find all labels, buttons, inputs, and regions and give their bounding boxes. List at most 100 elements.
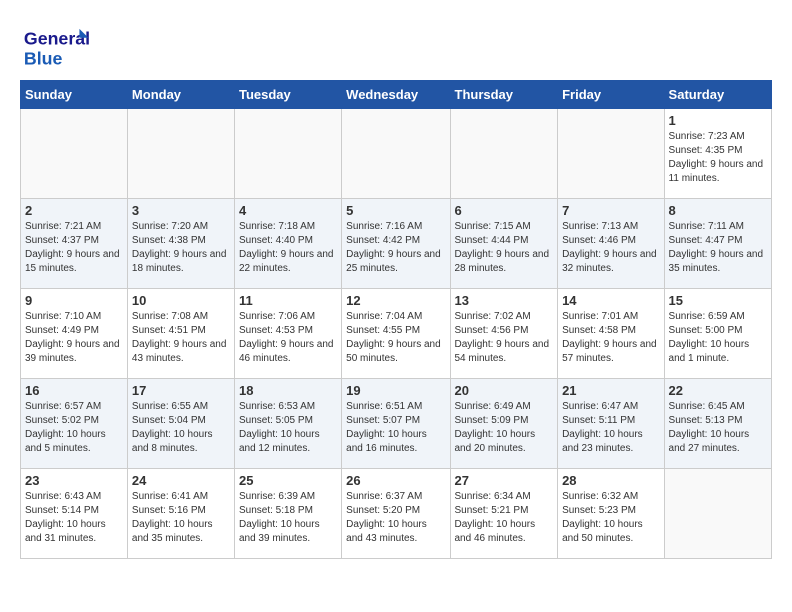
- day-cell: 23 Sunrise: 6:43 AM Sunset: 5:14 PM Dayli…: [21, 469, 128, 559]
- day-cell: [342, 109, 450, 199]
- day-info: Sunrise: 7:20 AM Sunset: 4:38 PM Dayligh…: [132, 220, 230, 276]
- day-info: Sunrise: 7:23 AM Sunset: 4:35 PM Dayligh…: [669, 130, 767, 186]
- header-cell-thursday: Thursday: [450, 81, 558, 109]
- day-info: Sunrise: 7:04 AM Sunset: 4:55 PM Dayligh…: [346, 310, 445, 366]
- logo-svg: GeneralBlue: [20, 20, 90, 70]
- day-info: Sunrise: 6:41 AM Sunset: 5:16 PM Dayligh…: [132, 490, 230, 546]
- day-cell: 20 Sunrise: 6:49 AM Sunset: 5:09 PM Dayli…: [450, 379, 558, 469]
- svg-text:Blue: Blue: [24, 48, 63, 68]
- day-info: Sunrise: 6:57 AM Sunset: 5:02 PM Dayligh…: [25, 400, 123, 456]
- week-row-0: 1 Sunrise: 7:23 AM Sunset: 4:35 PM Daylig…: [21, 109, 772, 199]
- day-info: Sunrise: 7:06 AM Sunset: 4:53 PM Dayligh…: [239, 310, 337, 366]
- day-cell: 13 Sunrise: 7:02 AM Sunset: 4:56 PM Dayli…: [450, 289, 558, 379]
- calendar-table: SundayMondayTuesdayWednesdayThursdayFrid…: [20, 80, 772, 559]
- day-number: 24: [132, 473, 230, 488]
- day-cell: 17 Sunrise: 6:55 AM Sunset: 5:04 PM Dayli…: [127, 379, 234, 469]
- day-cell: 10 Sunrise: 7:08 AM Sunset: 4:51 PM Dayli…: [127, 289, 234, 379]
- page-header: GeneralBlue: [20, 20, 772, 70]
- day-cell: [664, 469, 771, 559]
- week-row-1: 2 Sunrise: 7:21 AM Sunset: 4:37 PM Daylig…: [21, 199, 772, 289]
- day-cell: 6Sunrise: 7:15 AM Sunset: 4:44 PM Daylig…: [450, 199, 558, 289]
- day-info: Sunrise: 6:51 AM Sunset: 5:07 PM Dayligh…: [346, 400, 445, 456]
- day-number: 25: [239, 473, 337, 488]
- day-number: 17: [132, 383, 230, 398]
- day-cell: 4 Sunrise: 7:18 AM Sunset: 4:40 PM Daylig…: [234, 199, 341, 289]
- day-info: Sunrise: 7:11 AM Sunset: 4:47 PM Dayligh…: [669, 220, 767, 276]
- day-cell: [234, 109, 341, 199]
- day-cell: 19 Sunrise: 6:51 AM Sunset: 5:07 PM Dayli…: [342, 379, 450, 469]
- day-cell: [127, 109, 234, 199]
- day-info: Sunrise: 6:37 AM Sunset: 5:20 PM Dayligh…: [346, 490, 445, 546]
- day-info: Sunrise: 6:45 AM Sunset: 5:13 PM Dayligh…: [669, 400, 767, 456]
- day-info: Sunrise: 6:55 AM Sunset: 5:04 PM Dayligh…: [132, 400, 230, 456]
- day-number: 23: [25, 473, 123, 488]
- day-info: Sunrise: 7:13 AM Sunset: 4:46 PM Dayligh…: [562, 220, 659, 276]
- day-info: Sunrise: 7:08 AM Sunset: 4:51 PM Dayligh…: [132, 310, 230, 366]
- day-info: Sunrise: 7:02 AM Sunset: 4:56 PM Dayligh…: [455, 310, 554, 366]
- day-number: 1: [669, 113, 767, 128]
- header-cell-tuesday: Tuesday: [234, 81, 341, 109]
- day-cell: [21, 109, 128, 199]
- day-info: Sunrise: 7:10 AM Sunset: 4:49 PM Dayligh…: [25, 310, 123, 366]
- day-cell: 3 Sunrise: 7:20 AM Sunset: 4:38 PM Daylig…: [127, 199, 234, 289]
- day-number: 16: [25, 383, 123, 398]
- day-info: Sunrise: 7:01 AM Sunset: 4:58 PM Dayligh…: [562, 310, 659, 366]
- day-number: 27: [455, 473, 554, 488]
- day-info: Sunrise: 6:49 AM Sunset: 5:09 PM Dayligh…: [455, 400, 554, 456]
- day-number: 13: [455, 293, 554, 308]
- day-number: 10: [132, 293, 230, 308]
- day-number: 3: [132, 203, 230, 218]
- day-cell: 26 Sunrise: 6:37 AM Sunset: 5:20 PM Dayli…: [342, 469, 450, 559]
- day-info: Sunrise: 7:18 AM Sunset: 4:40 PM Dayligh…: [239, 220, 337, 276]
- day-cell: 15 Sunrise: 6:59 AM Sunset: 5:00 PM Dayli…: [664, 289, 771, 379]
- header-cell-sunday: Sunday: [21, 81, 128, 109]
- day-number: 28: [562, 473, 659, 488]
- day-info: Sunrise: 6:53 AM Sunset: 5:05 PM Dayligh…: [239, 400, 337, 456]
- day-cell: 12 Sunrise: 7:04 AM Sunset: 4:55 PM Dayli…: [342, 289, 450, 379]
- day-number: 12: [346, 293, 445, 308]
- week-row-2: 9 Sunrise: 7:10 AM Sunset: 4:49 PM Daylig…: [21, 289, 772, 379]
- day-number: 15: [669, 293, 767, 308]
- header-cell-wednesday: Wednesday: [342, 81, 450, 109]
- day-number: 20: [455, 383, 554, 398]
- day-cell: 7 Sunrise: 7:13 AM Sunset: 4:46 PM Daylig…: [558, 199, 664, 289]
- week-row-3: 16 Sunrise: 6:57 AM Sunset: 5:02 PM Dayli…: [21, 379, 772, 469]
- day-number: 21: [562, 383, 659, 398]
- day-cell: 9 Sunrise: 7:10 AM Sunset: 4:49 PM Daylig…: [21, 289, 128, 379]
- day-cell: 5Sunrise: 7:16 AM Sunset: 4:42 PM Daylig…: [342, 199, 450, 289]
- day-info: Sunrise: 7:16 AM Sunset: 4:42 PM Dayligh…: [346, 220, 445, 276]
- day-number: 19: [346, 383, 445, 398]
- day-info: Sunrise: 6:43 AM Sunset: 5:14 PM Dayligh…: [25, 490, 123, 546]
- day-number: 14: [562, 293, 659, 308]
- day-cell: 1 Sunrise: 7:23 AM Sunset: 4:35 PM Daylig…: [664, 109, 771, 199]
- day-number: 26: [346, 473, 445, 488]
- day-cell: [450, 109, 558, 199]
- day-number: 18: [239, 383, 337, 398]
- day-cell: 25 Sunrise: 6:39 AM Sunset: 5:18 PM Dayli…: [234, 469, 341, 559]
- week-row-4: 23 Sunrise: 6:43 AM Sunset: 5:14 PM Dayli…: [21, 469, 772, 559]
- day-number: 7: [562, 203, 659, 218]
- logo: GeneralBlue: [20, 20, 90, 70]
- day-cell: [558, 109, 664, 199]
- day-cell: 14 Sunrise: 7:01 AM Sunset: 4:58 PM Dayli…: [558, 289, 664, 379]
- day-number: 9: [25, 293, 123, 308]
- day-number: 4: [239, 203, 337, 218]
- day-cell: 11 Sunrise: 7:06 AM Sunset: 4:53 PM Dayli…: [234, 289, 341, 379]
- header-cell-saturday: Saturday: [664, 81, 771, 109]
- day-number: 2: [25, 203, 123, 218]
- day-info: Sunrise: 6:34 AM Sunset: 5:21 PM Dayligh…: [455, 490, 554, 546]
- header-row: SundayMondayTuesdayWednesdayThursdayFrid…: [21, 81, 772, 109]
- day-info: Sunrise: 6:39 AM Sunset: 5:18 PM Dayligh…: [239, 490, 337, 546]
- day-cell: 18 Sunrise: 6:53 AM Sunset: 5:05 PM Dayli…: [234, 379, 341, 469]
- day-cell: 2 Sunrise: 7:21 AM Sunset: 4:37 PM Daylig…: [21, 199, 128, 289]
- day-cell: 8Sunrise: 7:11 AM Sunset: 4:47 PM Daylig…: [664, 199, 771, 289]
- day-cell: 24 Sunrise: 6:41 AM Sunset: 5:16 PM Dayli…: [127, 469, 234, 559]
- day-info: Sunrise: 6:32 AM Sunset: 5:23 PM Dayligh…: [562, 490, 659, 546]
- day-cell: 28 Sunrise: 6:32 AM Sunset: 5:23 PM Dayli…: [558, 469, 664, 559]
- day-info: Sunrise: 6:59 AM Sunset: 5:00 PM Dayligh…: [669, 310, 767, 366]
- day-info: Sunrise: 7:15 AM Sunset: 4:44 PM Dayligh…: [455, 220, 554, 276]
- day-number: 11: [239, 293, 337, 308]
- day-cell: 16 Sunrise: 6:57 AM Sunset: 5:02 PM Dayli…: [21, 379, 128, 469]
- day-number: 22: [669, 383, 767, 398]
- day-info: Sunrise: 7:21 AM Sunset: 4:37 PM Dayligh…: [25, 220, 123, 276]
